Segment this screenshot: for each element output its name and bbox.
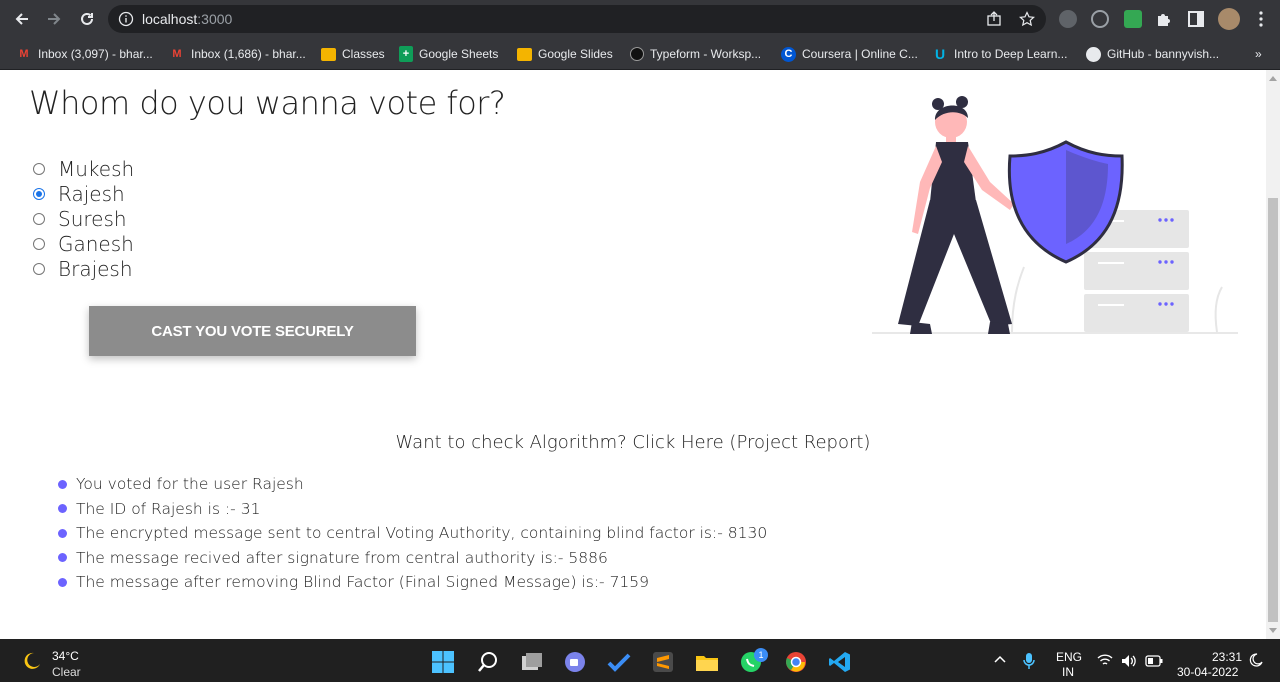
bookmark-item[interactable]: U Intro to Deep Learn... [932,44,1067,64]
voting-page: Whom do you wanna vote for? Mukesh Rajes… [0,70,1266,639]
candidate-option[interactable]: Rajesh [33,181,134,206]
more-bookmarks-button[interactable]: » [1255,44,1262,64]
list-item: The message recived after signature from… [58,546,767,571]
chrome-icon[interactable] [784,650,808,674]
page-scrollbar[interactable] [1266,70,1280,639]
github-icon [1086,46,1101,62]
bullet-icon [58,553,67,563]
candidate-options: Mukesh Rajesh Suresh Ganesh Brajesh [33,156,134,281]
algorithm-report-link[interactable]: Want to check Algorithm? Click Here (Pro… [0,432,1266,453]
bookmark-item[interactable]: GitHub - bannyvish... [1086,44,1219,64]
language-indicator[interactable]: ENG [1056,650,1082,664]
page-title: Whom do you wanna vote for? [29,84,506,122]
vote-result-list: You voted for the user Rajesh The ID of … [58,472,767,595]
notifications-moon-icon[interactable] [1249,653,1263,670]
bookmark-item[interactable]: C Coursera | Online C... [781,44,918,64]
menu-kebab-icon[interactable] [1252,10,1270,28]
bullet-icon [58,479,67,489]
radio-button[interactable] [33,212,45,225]
bookmark-item[interactable]: Typeform - Worksp... [630,44,761,64]
wifi-icon[interactable] [1097,653,1113,670]
list-item: The encrypted message sent to central Vo… [58,521,767,546]
scroll-thumb[interactable] [1268,198,1278,622]
clock-date[interactable]: 30-04-2022 [1177,665,1238,679]
share-icon[interactable] [986,11,1002,27]
search-icon[interactable] [476,650,500,674]
sheets-icon: + [399,46,413,62]
gmail-icon: M [172,48,182,60]
sublime-text-icon[interactable] [651,650,675,674]
teams-chat-icon[interactable] [563,650,587,674]
radio-button[interactable] [33,237,45,250]
radio-button[interactable] [33,162,45,175]
battery-icon[interactable] [1145,655,1163,670]
radio-button-checked[interactable] [33,187,45,200]
bookmark-item[interactable]: M Inbox (3,097) - bhar... [16,44,152,64]
profile-avatar[interactable] [1218,8,1240,30]
typeform-icon [630,47,644,61]
bookmark-item[interactable]: Classes [321,44,385,64]
side-panel-icon[interactable] [1187,10,1205,28]
clock-time[interactable]: 23:31 [1212,650,1242,664]
slides-icon [517,47,532,61]
list-item: The ID of Rajesh is :- 31 [58,497,767,522]
windows-start-icon[interactable] [431,650,455,674]
browser-toolbar: localhost:3000 [0,0,1280,38]
radio-button[interactable] [33,262,45,275]
bookmarks-bar: M Inbox (3,097) - bhar... M Inbox (1,686) … [0,38,1280,70]
os-taskbar: 34°C Clear 1 ENG IN 23:31 30-04-2022 [0,639,1280,682]
reload-icon[interactable] [76,8,98,30]
classroom-icon [321,47,336,61]
grammarly-extension-icon[interactable] [1059,10,1077,28]
notification-badge: 1 [754,648,768,662]
forward-icon[interactable] [43,8,65,30]
list-item: The message after removing Blind Factor … [58,570,767,595]
candidate-option[interactable]: Mukesh [33,156,134,181]
extensions-puzzle-icon[interactable] [1155,10,1173,28]
vscode-icon[interactable] [828,650,852,674]
bullet-icon [58,504,67,514]
candidate-option[interactable]: Ganesh [33,231,134,256]
gmail-icon: M [19,48,29,60]
udacity-icon: U [934,46,946,62]
tray-expand-icon[interactable] [993,653,1007,670]
volume-icon[interactable] [1121,654,1137,671]
bookmark-star-icon[interactable] [1019,11,1035,27]
bookmark-item[interactable]: + Google Sheets [399,44,498,64]
bookmark-item[interactable]: Google Slides [517,44,613,64]
react-devtools-icon[interactable] [1091,10,1109,28]
cast-vote-button[interactable]: CAST YOU VOTE SECURELY [89,306,416,356]
task-view-icon[interactable] [520,650,544,674]
file-explorer-icon[interactable] [695,650,719,674]
coursera-icon: C [781,46,796,62]
bullet-icon [58,577,67,587]
candidate-option[interactable]: Brajesh [33,256,134,281]
back-icon[interactable] [11,8,33,30]
site-info-icon[interactable] [118,11,134,27]
security-illustration [872,96,1238,334]
address-bar[interactable]: localhost:3000 [108,5,1046,33]
extension-icon[interactable] [1124,10,1142,28]
weather-temperature: 34°C [52,649,79,663]
microphone-icon[interactable] [1022,652,1036,673]
scroll-down-arrow-icon[interactable] [1269,628,1277,633]
scroll-up-arrow-icon[interactable] [1269,76,1277,81]
bookmark-item[interactable]: M Inbox (1,686) - bhar... [169,44,305,64]
region-indicator: IN [1062,665,1074,679]
url-text: localhost:3000 [142,11,233,27]
list-item: You voted for the user Rajesh [58,472,767,497]
candidate-option[interactable]: Suresh [33,206,134,231]
todo-check-icon[interactable] [607,650,631,674]
weather-description: Clear [52,665,81,679]
bullet-icon [58,528,67,538]
moon-weather-icon[interactable] [22,651,42,671]
